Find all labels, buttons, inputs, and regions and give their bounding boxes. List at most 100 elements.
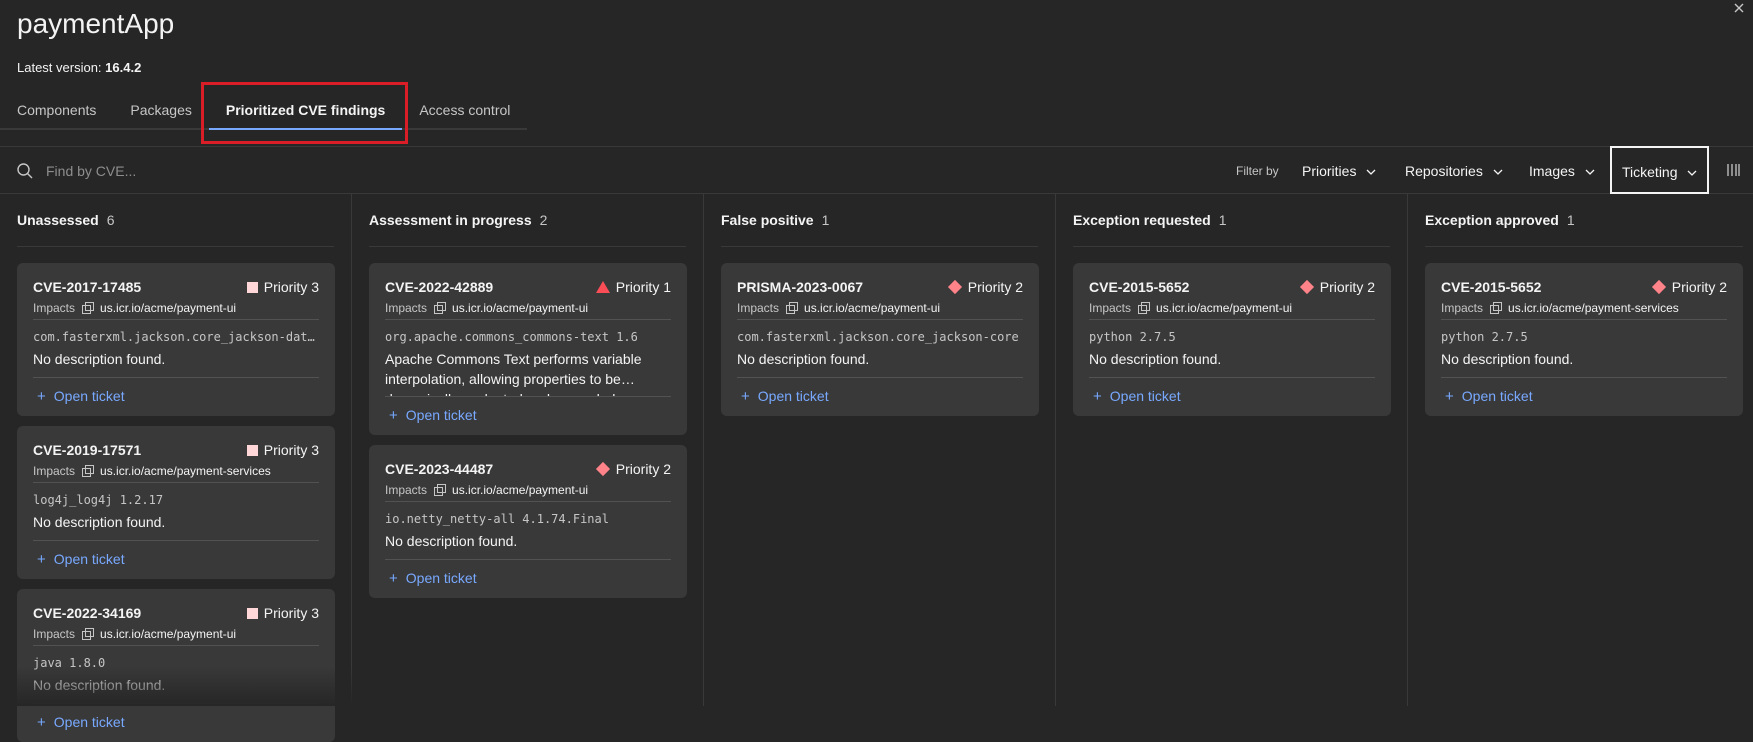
plus-icon: +: [1093, 388, 1102, 405]
cve-card[interactable]: CVE-2022-34169 Priority 3 Impacts us.icr…: [17, 589, 335, 742]
plus-icon: +: [389, 407, 398, 424]
priorities-dropdown[interactable]: Priorities: [1290, 147, 1388, 195]
close-icon[interactable]: [1733, 2, 1747, 16]
package-name: java 1.8.0: [33, 656, 106, 670]
toolbar: Filter by Priorities Repositories Images…: [0, 146, 1753, 194]
repositories-dropdown[interactable]: Repositories: [1393, 147, 1515, 195]
cve-id: PRISMA-2023-0067: [737, 279, 864, 295]
search-icon: [16, 162, 34, 180]
repository-path: us.icr.io/acme/payment-services: [1508, 300, 1679, 315]
cve-description: Apache Commons Text performs variable in…: [385, 349, 671, 397]
ticketing-dropdown-label: Ticketing: [1622, 164, 1678, 180]
priority-badge: Priority 3: [246, 279, 319, 295]
impacts-label: Impacts: [33, 300, 76, 315]
plus-icon: +: [1445, 388, 1454, 405]
repository-path: us.icr.io/acme/payment-ui: [100, 626, 237, 641]
tab-access-control[interactable]: Access control: [402, 90, 528, 130]
tab-components[interactable]: Components: [0, 90, 114, 130]
plus-icon: +: [389, 570, 398, 587]
chevron-down-icon: [1366, 169, 1376, 176]
column-exception-approved: Exception approved 1 CVE-2015-5652 Priori…: [1408, 194, 1753, 706]
package-name: python 2.7.5: [1441, 330, 1528, 344]
priority-label: Priority 3: [263, 279, 319, 295]
plus-icon: +: [37, 388, 46, 405]
cve-card[interactable]: CVE-2015-5652 Priority 2 Impacts us.icr.…: [1073, 263, 1391, 416]
image-repository-icon: [1490, 301, 1503, 314]
cve-card[interactable]: PRISMA-2023-0067 Priority 2 Impacts us.i…: [721, 263, 1039, 416]
cve-card[interactable]: CVE-2017-17485 Priority 3 Impacts us.icr…: [17, 263, 335, 416]
impacts-row: Impacts us.icr.io/acme/payment-services: [33, 461, 319, 483]
priority-badge: Priority 2: [595, 461, 671, 477]
search-input[interactable]: [46, 155, 546, 187]
image-repository-icon: [82, 464, 95, 477]
chevron-down-icon: [1493, 169, 1503, 176]
repository-path: us.icr.io/acme/payment-ui: [452, 482, 589, 497]
package-name: python 2.7.5: [1089, 330, 1176, 344]
column-title: Assessment in progress: [369, 212, 532, 228]
cve-id: CVE-2023-44487: [385, 461, 494, 477]
cve-id: CVE-2017-17485: [33, 279, 142, 295]
cve-id: CVE-2015-5652: [1089, 279, 1190, 295]
tab-bar: Components Packages Prioritized CVE find…: [0, 90, 528, 130]
tab-packages[interactable]: Packages: [113, 90, 209, 130]
priority-badge: Priority 1: [595, 279, 671, 295]
tab-prioritized-cve-findings[interactable]: Prioritized CVE findings: [208, 90, 403, 130]
impacts-row: Impacts us.icr.io/acme/payment-services: [1441, 298, 1727, 320]
impacts-row: Impacts us.icr.io/acme/payment-ui: [1089, 298, 1375, 320]
open-ticket-label: Open ticket: [1461, 388, 1533, 404]
cve-id: CVE-2015-5652: [1441, 279, 1542, 295]
version-label: Latest version:: [17, 60, 102, 75]
cve-card[interactable]: CVE-2015-5652 Priority 2 Impacts us.icr.…: [1425, 263, 1743, 416]
priority-diamond-icon: [595, 461, 610, 477]
plus-icon: +: [37, 551, 46, 568]
column-title: Exception approved: [1425, 212, 1559, 228]
impacts-label: Impacts: [737, 300, 780, 315]
plus-icon: +: [37, 714, 46, 731]
open-ticket-link[interactable]: + Open ticket: [33, 541, 319, 579]
open-ticket-link[interactable]: + Open ticket: [385, 397, 671, 435]
column-false-positive: False positive 1 PRISMA-2023-0067 Priorit…: [704, 194, 1056, 706]
open-ticket-link[interactable]: + Open ticket: [33, 704, 319, 742]
priority-badge: Priority 2: [1299, 279, 1375, 295]
cve-card[interactable]: CVE-2023-44487 Priority 2 Impacts us.icr…: [369, 445, 687, 598]
package-name: com.fasterxml.jackson.core_jackson-core: [737, 330, 1019, 344]
priority-badge: Priority 3: [246, 605, 319, 621]
cve-description: No description found.: [385, 531, 671, 560]
priority-diamond-icon: [1651, 279, 1666, 295]
cve-card[interactable]: CVE-2019-17571 Priority 3 Impacts us.icr…: [17, 426, 335, 579]
cve-id: CVE-2022-42889: [385, 279, 494, 295]
column-title: Unassessed: [17, 212, 99, 228]
impacts-label: Impacts: [33, 463, 76, 478]
repository-path: us.icr.io/acme/payment-ui: [1156, 300, 1293, 315]
priority-label: Priority 3: [263, 442, 319, 458]
open-ticket-link[interactable]: + Open ticket: [737, 378, 1023, 416]
column-count: 2: [539, 212, 548, 228]
priority-label: Priority 2: [967, 279, 1023, 295]
ticketing-dropdown[interactable]: Ticketing: [1610, 146, 1710, 194]
filter-by-label: Filter by: [1236, 164, 1279, 178]
priority-label: Priority 2: [615, 461, 671, 477]
cve-id: CVE-2019-17571: [33, 442, 142, 458]
images-dropdown[interactable]: Images: [1517, 147, 1607, 195]
open-ticket-label: Open ticket: [53, 551, 125, 567]
impacts-label: Impacts: [385, 482, 428, 497]
column-settings-icon[interactable]: [1726, 162, 1742, 178]
open-ticket-link[interactable]: + Open ticket: [33, 378, 319, 416]
page-title: paymentApp: [17, 8, 175, 39]
open-ticket-link[interactable]: + Open ticket: [385, 560, 671, 598]
impacts-label: Impacts: [1441, 300, 1484, 315]
cve-card[interactable]: CVE-2022-42889 Priority 1 Impacts us.icr…: [369, 263, 687, 435]
impacts-label: Impacts: [33, 626, 76, 641]
column-count: 1: [1566, 212, 1575, 228]
open-ticket-link[interactable]: + Open ticket: [1089, 378, 1375, 416]
impacts-row: Impacts us.icr.io/acme/payment-ui: [385, 480, 671, 502]
chevron-down-icon: [1585, 169, 1595, 176]
open-ticket-link[interactable]: + Open ticket: [1441, 378, 1727, 416]
open-ticket-label: Open ticket: [53, 388, 125, 404]
repository-path: us.icr.io/acme/payment-ui: [100, 300, 237, 315]
image-repository-icon: [82, 627, 95, 640]
impacts-row: Impacts us.icr.io/acme/payment-ui: [737, 298, 1023, 320]
cve-description: No description found.: [33, 512, 319, 541]
cve-id: CVE-2022-34169: [33, 605, 142, 621]
open-ticket-label: Open ticket: [757, 388, 829, 404]
